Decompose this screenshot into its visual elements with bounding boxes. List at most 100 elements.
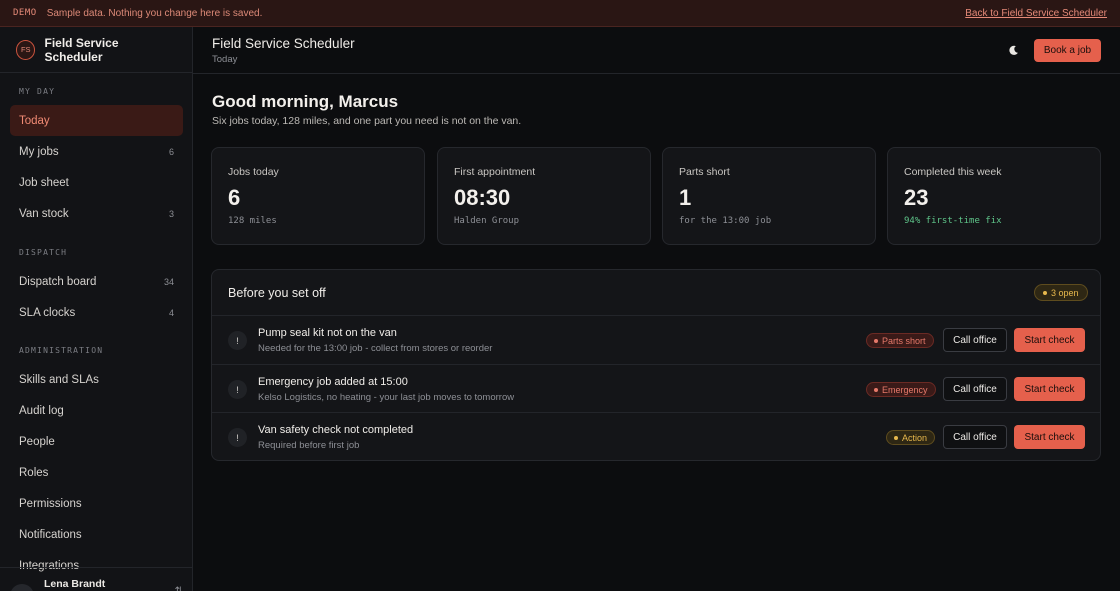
item-title: Pump seal kit not on the van (258, 327, 397, 339)
badge-label: Emergency (882, 384, 928, 395)
top-header: Field Service Scheduler Today Book a job (193, 27, 1120, 74)
demo-banner: DEMO Sample data. Nothing you change her… (0, 0, 1120, 27)
sidebar-item-van-stock[interactable]: Van stock 3 (10, 198, 183, 229)
status-badge: Action (886, 430, 936, 445)
count-badge: 4 (168, 307, 174, 318)
badge-label: 3 open (1051, 287, 1079, 298)
stat-card-jobs-today: Jobs today 6 128 miles (211, 147, 425, 245)
sidebar-item-label: Job sheet (19, 176, 69, 189)
item-subtitle: Required before first job (258, 440, 360, 451)
demo-message: Sample data. Nothing you change here is … (46, 7, 263, 19)
moon-icon[interactable] (1005, 42, 1021, 58)
switch-icon[interactable]: ⇅ (175, 586, 183, 591)
user-menu[interactable]: LB Lena Brandt ⇅ (0, 567, 192, 591)
count-badge: 34 (163, 276, 174, 287)
list-item: ! Van safety check not completed Require… (212, 412, 1100, 461)
status-dot (874, 338, 878, 343)
stat-card-completed-week: Completed this week 23 94% first-time fi… (887, 147, 1101, 245)
section-label-my-day: MY DAY (19, 87, 56, 96)
panel-title: Before you set off (228, 286, 326, 300)
checklist-panel: Before you set off 3 open ! Pump seal ki… (211, 269, 1101, 461)
open-count-badge: 3 open (1034, 284, 1088, 301)
start-check-button[interactable]: Start check (1014, 425, 1085, 449)
sidebar-item-label: Skills and SLAs (19, 373, 99, 386)
sidebar-item-label: Notifications (19, 528, 82, 541)
sidebar-item-sla-clocks[interactable]: SLA clocks 4 (10, 297, 183, 328)
day-summary: Six jobs today, 128 miles, and one part … (212, 115, 522, 127)
sidebar-item-label: Van stock (19, 207, 69, 220)
greeting: Good morning, Marcus (212, 92, 399, 111)
stat-label: First appointment (454, 166, 536, 178)
sidebar-item-label: Dispatch board (19, 275, 97, 288)
sidebar-item-label: People (19, 435, 55, 448)
sidebar-item-label: Permissions (19, 497, 82, 510)
stat-note: 94% first-time fix (904, 216, 1002, 226)
stat-card-first-appointment: First appointment 08:30 Halden Group (437, 147, 651, 245)
app-logo: FS (16, 39, 36, 60)
stat-note: Halden Group (454, 216, 520, 226)
nav-section-administration: ADMINISTRATION Skills and SLAs Audit log… (0, 346, 192, 581)
stat-card-parts-short: Parts short 1 for the 13:00 job (662, 147, 876, 245)
nav-section-dispatch: DISPATCH Dispatch board 34 SLA clocks 4 (0, 248, 192, 328)
start-check-button[interactable]: Start check (1014, 328, 1085, 352)
sidebar-item-dispatch-board[interactable]: Dispatch board 34 (10, 266, 183, 297)
sidebar-item-audit-log[interactable]: Audit log (10, 395, 183, 426)
call-office-button[interactable]: Call office (943, 328, 1007, 352)
call-office-button[interactable]: Call office (943, 425, 1007, 449)
sidebar-item-roles[interactable]: Roles (10, 457, 183, 488)
book-job-button[interactable]: Book a job (1034, 39, 1101, 62)
avatar: LB (10, 584, 34, 591)
sidebar-item-label: Audit log (19, 404, 64, 417)
app-name: Field Service Scheduler (44, 35, 119, 64)
sidebar-item-label: SLA clocks (19, 306, 76, 319)
list-item: ! Emergency job added at 15:00 Kelso Log… (212, 364, 1100, 413)
sidebar-item-label: Today (19, 114, 50, 127)
sidebar-item-label: My jobs (19, 145, 59, 158)
stat-label: Jobs today (228, 166, 279, 178)
section-label-administration: ADMINISTRATION (19, 346, 104, 355)
back-link[interactable]: Back to Field Service Scheduler (965, 8, 1107, 19)
sidebar-item-job-sheet[interactable]: Job sheet (10, 167, 183, 198)
count-badge: 6 (168, 146, 174, 157)
demo-tag: DEMO (13, 8, 37, 18)
stat-value: 23 (904, 185, 929, 210)
sidebar: FS Field Service Scheduler MY DAY Today … (0, 27, 193, 591)
badge-label: Parts short (882, 335, 926, 346)
sidebar-item-people[interactable]: People (10, 426, 183, 457)
item-subtitle: Kelso Logistics, no heating - your last … (258, 392, 515, 403)
brand[interactable]: FS Field Service Scheduler (0, 27, 192, 73)
stat-label: Completed this week (904, 166, 1002, 178)
status-dot (874, 387, 878, 392)
call-office-button[interactable]: Call office (943, 377, 1007, 401)
count-badge: 3 (168, 208, 174, 219)
item-subtitle: Needed for the 13:00 job - collect from … (258, 343, 493, 354)
sidebar-item-today[interactable]: Today (10, 105, 183, 136)
stat-note: 128 miles (228, 216, 277, 226)
item-title: Emergency job added at 15:00 (258, 376, 408, 388)
stat-value: 6 (228, 185, 241, 210)
sidebar-item-notifications[interactable]: Notifications (10, 519, 183, 550)
nav-section-my-day: MY DAY Today My jobs 6 Job sheet Van stoc… (0, 87, 192, 229)
stat-label: Parts short (679, 166, 730, 178)
alert-icon: ! (228, 331, 247, 350)
badge-label: Action (902, 432, 928, 443)
user-name: Lena Brandt (44, 578, 106, 590)
page-subtitle: Today (212, 54, 238, 65)
item-title: Van safety check not completed (258, 424, 414, 436)
section-label-dispatch: DISPATCH (19, 248, 68, 257)
status-badge: Parts short (866, 333, 934, 348)
start-check-button[interactable]: Start check (1014, 377, 1085, 401)
page-title: Field Service Scheduler (212, 36, 355, 51)
list-item: ! Pump seal kit not on the van Needed fo… (212, 315, 1100, 364)
sidebar-item-my-jobs[interactable]: My jobs 6 (10, 136, 183, 167)
alert-icon: ! (228, 380, 247, 399)
sidebar-item-label: Roles (19, 466, 49, 479)
stat-value: 1 (679, 185, 692, 210)
status-dot (1043, 290, 1047, 295)
status-badge: Emergency (866, 382, 936, 397)
sidebar-item-skills-and-slas[interactable]: Skills and SLAs (10, 364, 183, 395)
alert-icon: ! (228, 428, 247, 447)
status-dot (894, 435, 898, 440)
stat-value: 08:30 (454, 185, 511, 210)
sidebar-item-permissions[interactable]: Permissions (10, 488, 183, 519)
